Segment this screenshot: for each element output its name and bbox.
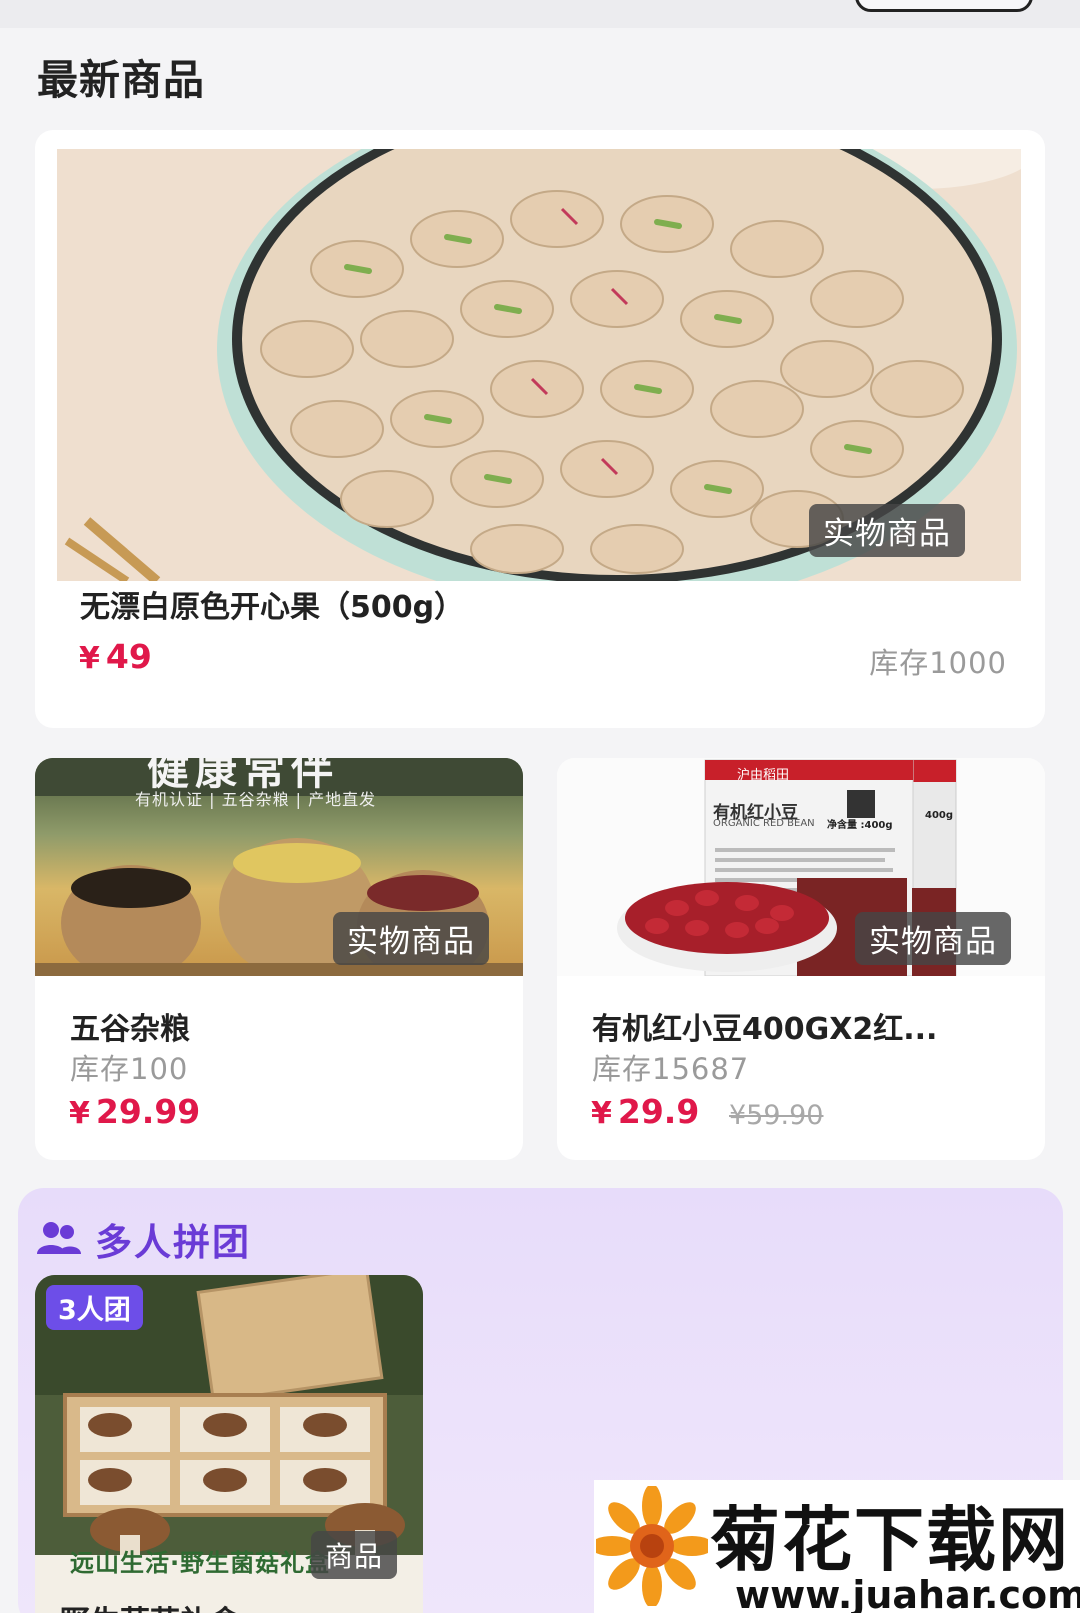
flower-icon <box>590 1484 714 1608</box>
product-tag: 实物商品 <box>855 912 1011 965</box>
group-buy-title: 多人拼团 <box>95 1221 251 1264</box>
banner-subline: 有机认证 | 五谷杂粮 | 产地直发 <box>135 790 377 809</box>
product-stock: 库存100 <box>70 1052 189 1086</box>
product-card-grains[interactable]: 健康常伴 有机认证 | 五谷杂粮 | 产地直发 实物商品 五谷杂粮 库存100 … <box>35 758 523 1160</box>
price-currency: ¥ <box>69 1096 90 1131</box>
product-price: ¥49 <box>79 637 152 676</box>
product-name: 五谷杂粮 <box>70 1012 190 1047</box>
price-value: 29.99 <box>95 1092 201 1131</box>
product-name: 无漂白原色开心果（500g） <box>80 590 465 625</box>
package-brand: 沪由稻田 <box>737 768 790 783</box>
product-price: ¥29.99 <box>69 1092 200 1131</box>
price-value: 49 <box>105 637 152 676</box>
product-price: ¥29.9 <box>591 1092 699 1131</box>
group-product-tag: 商品 <box>311 1531 398 1579</box>
product-card-redbean[interactable]: 沪由稻田 有机红小豆 ORGANIC RED BEAN 净含量 :400g 40… <box>557 758 1045 1160</box>
top-pill-button[interactable] <box>855 0 1033 12</box>
product-name: 有机红小豆400GX2红... <box>592 1012 938 1047</box>
product-card-pistachio[interactable]: 实物商品 无漂白原色开心果（500g） ¥49 库存1000 <box>35 130 1045 728</box>
package-net-weight: 净含量 :400g <box>827 820 893 831</box>
group-icon <box>37 1220 81 1256</box>
section-title: 最新商品 <box>37 56 205 104</box>
product-tag: 实物商品 <box>333 912 489 965</box>
price-value: 29.9 <box>617 1092 700 1131</box>
price-currency: ¥ <box>79 641 100 676</box>
group-image-caption: 远山生活·野生菌菇礼盒 <box>70 1549 331 1577</box>
watermark-title: 菊花下载网 <box>710 1499 1070 1581</box>
group-product-name: 野生菌菇礼盒 <box>60 1597 240 1613</box>
product-tag: 实物商品 <box>809 504 965 557</box>
product-stock: 库存1000 <box>869 646 1007 680</box>
product-stock: 库存15687 <box>592 1052 750 1086</box>
product-original-price: ¥59.90 <box>729 1100 824 1131</box>
group-size-badge: 3人团 <box>46 1285 143 1330</box>
package-english: ORGANIC RED BEAN <box>713 818 815 829</box>
watermark-url: www.juahar.com <box>735 1573 1080 1613</box>
package-net-weight-2: 400g <box>925 810 954 821</box>
price-currency: ¥ <box>591 1096 612 1131</box>
